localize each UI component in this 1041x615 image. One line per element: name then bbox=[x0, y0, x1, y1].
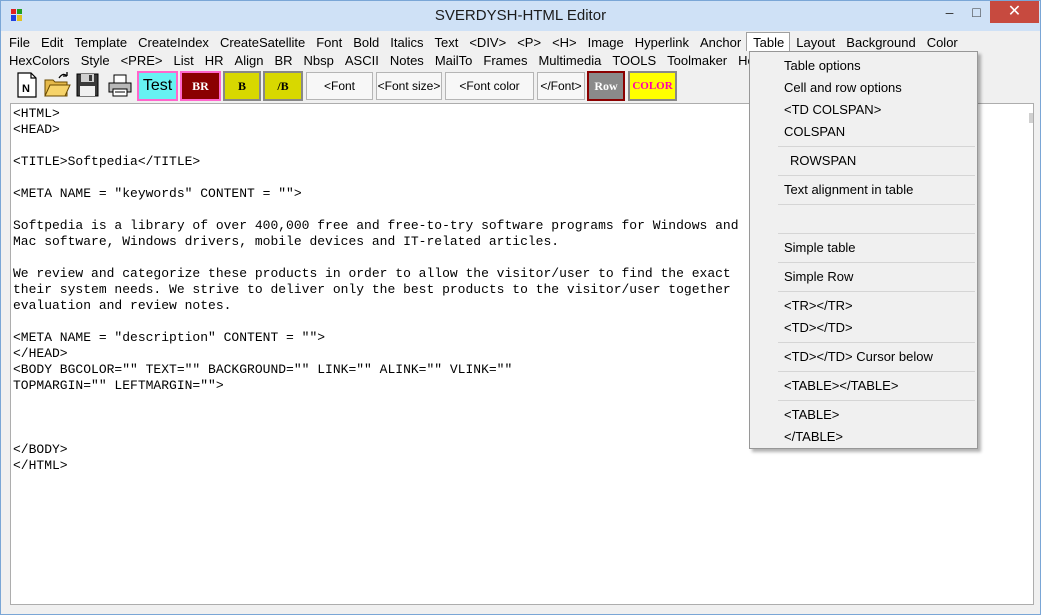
menu-separator bbox=[778, 146, 975, 147]
menu-hexcolors[interactable]: HexColors bbox=[3, 51, 75, 70]
menu-background[interactable]: Background bbox=[840, 33, 920, 52]
menu-separator bbox=[778, 371, 975, 372]
menu-frames[interactable]: Frames bbox=[477, 51, 532, 70]
menu-div[interactable]: <DIV> bbox=[463, 33, 511, 52]
menu-bar-row-1: File Edit Template CreateIndex CreateSatelli… bbox=[3, 32, 963, 51]
menu-list[interactable]: List bbox=[168, 51, 199, 70]
menu-toolmaker[interactable]: Toolmaker bbox=[661, 51, 732, 70]
minimize-button[interactable]: – bbox=[936, 1, 963, 23]
menu-separator bbox=[778, 342, 975, 343]
menu-separator bbox=[778, 291, 975, 292]
menu-align[interactable]: Align bbox=[229, 51, 269, 70]
menu-item-table-pair[interactable]: <TABLE></TABLE> bbox=[784, 378, 898, 394]
menu-item-simple-table[interactable]: Simple table bbox=[784, 240, 856, 256]
menu-pre[interactable]: <PRE> bbox=[115, 51, 168, 70]
print-button[interactable] bbox=[106, 70, 134, 100]
menu-separator bbox=[778, 262, 975, 263]
menu-item-colspan[interactable]: COLSPAN bbox=[784, 124, 845, 140]
title-bar: SVERDYSH-HTML Editor – □ ✕ bbox=[1, 1, 1040, 31]
menu-mailto[interactable]: MailTo bbox=[429, 51, 478, 70]
menu-item-cell-row-options[interactable]: Cell and row options bbox=[784, 80, 902, 96]
menu-hr[interactable]: HR bbox=[199, 51, 229, 70]
menu-separator bbox=[778, 175, 975, 176]
menu-hyperlink[interactable]: Hyperlink bbox=[629, 33, 694, 52]
font-color-size-button[interactable]: <Font color size> bbox=[445, 72, 534, 119]
menu-font[interactable]: Font bbox=[310, 33, 347, 52]
new-file-letter: N bbox=[22, 83, 30, 95]
menu-style[interactable]: Style bbox=[75, 51, 115, 70]
menu-notes[interactable]: Notes bbox=[384, 51, 429, 70]
editor-content: <HTML> <HEAD> <TITLE>Softpedia</TITLE> <… bbox=[13, 106, 739, 473]
menu-ascii[interactable]: ASCII bbox=[339, 51, 384, 70]
menu-separator bbox=[778, 204, 975, 205]
menu-item-table-options[interactable]: Table options bbox=[784, 58, 861, 74]
menu-text[interactable]: Text bbox=[429, 33, 464, 52]
row-button[interactable]: Row bbox=[587, 71, 625, 101]
menu-br[interactable]: BR bbox=[268, 51, 297, 70]
app-window: SVERDYSH-HTML Editor – □ ✕ File Edit Templ… bbox=[0, 0, 1041, 615]
table-dropdown-menu: Table options Cell and row options <TD C… bbox=[749, 51, 978, 449]
menu-h[interactable]: <H> bbox=[546, 33, 582, 52]
menu-p[interactable]: <P> bbox=[511, 33, 546, 52]
menu-item-table-open[interactable]: <TABLE> bbox=[784, 407, 839, 423]
status-bar bbox=[1, 605, 1040, 614]
menu-item-rowspan[interactable]: ROWSPAN bbox=[790, 153, 856, 169]
menu-item-table-close[interactable]: </TABLE> bbox=[784, 429, 843, 445]
maximize-icon: □ bbox=[972, 4, 981, 20]
menu-bold[interactable]: Bold bbox=[347, 33, 384, 52]
menu-item-tr-pair[interactable]: <TR></TR> bbox=[784, 298, 853, 314]
window-title: SVERDYSH-HTML Editor bbox=[434, 7, 607, 24]
close-font-button[interactable]: </Font> bbox=[537, 72, 585, 100]
br-button[interactable]: BR bbox=[180, 71, 221, 101]
menu-layout[interactable]: Layout bbox=[790, 33, 840, 52]
save-disk-icon bbox=[76, 73, 99, 97]
minimize-icon: – bbox=[945, 4, 954, 20]
menu-item-td-pair[interactable]: <TD></TD> bbox=[784, 320, 853, 336]
menu-file[interactable]: File bbox=[3, 33, 35, 52]
maximize-button[interactable]: □ bbox=[963, 1, 990, 23]
menu-edit[interactable]: Edit bbox=[35, 33, 68, 52]
open-folder-icon bbox=[44, 72, 71, 97]
menu-color[interactable]: Color bbox=[921, 33, 963, 52]
menu-table[interactable]: Table bbox=[746, 32, 791, 51]
menu-createsatellite[interactable]: CreateSatellite bbox=[214, 33, 310, 52]
menu-template[interactable]: Template bbox=[68, 33, 132, 52]
menu-createindex[interactable]: CreateIndex bbox=[132, 33, 214, 52]
color-button[interactable]: COLOR bbox=[628, 71, 677, 101]
menu-image[interactable]: Image bbox=[582, 33, 629, 52]
new-file-icon: N bbox=[17, 72, 37, 98]
menu-anchor[interactable]: Anchor bbox=[694, 33, 746, 52]
menu-separator bbox=[778, 400, 975, 401]
save-file-button[interactable] bbox=[74, 70, 102, 100]
menu-item-td-colspan[interactable]: <TD COLSPAN> bbox=[784, 102, 881, 118]
menu-bar-row-2: HexColors Style <PRE> List HR Align BR Nbsp ASCI… bbox=[3, 51, 760, 70]
bold-button[interactable]: B bbox=[223, 71, 261, 101]
vertical-scrollbar[interactable] bbox=[1029, 113, 1033, 123]
close-button[interactable]: ✕ bbox=[990, 1, 1039, 23]
menu-tools[interactable]: TOOLS bbox=[606, 51, 661, 70]
font-color-button[interactable]: <Font color> bbox=[306, 72, 373, 119]
printer-icon bbox=[108, 74, 132, 97]
menu-item-text-alignment[interactable]: Text alignment in table bbox=[784, 182, 913, 198]
menu-separator bbox=[778, 233, 975, 234]
menu-multimedia[interactable]: Multimedia bbox=[532, 51, 606, 70]
close-icon: ✕ bbox=[1007, 3, 1022, 20]
open-file-button[interactable] bbox=[43, 70, 71, 100]
menu-item-td-cursor-below[interactable]: <TD></TD> Cursor below bbox=[784, 349, 933, 365]
menu-item-simple-row[interactable]: Simple Row bbox=[784, 269, 853, 285]
menu-nbsp[interactable]: Nbsp bbox=[298, 51, 339, 70]
new-file-button[interactable]: N bbox=[14, 70, 42, 100]
menu-italics[interactable]: Italics bbox=[384, 33, 428, 52]
test-button[interactable]: Test bbox=[137, 71, 178, 101]
close-bold-button[interactable]: /B bbox=[263, 71, 303, 101]
font-size-button[interactable]: <Font size> bbox=[376, 72, 442, 100]
